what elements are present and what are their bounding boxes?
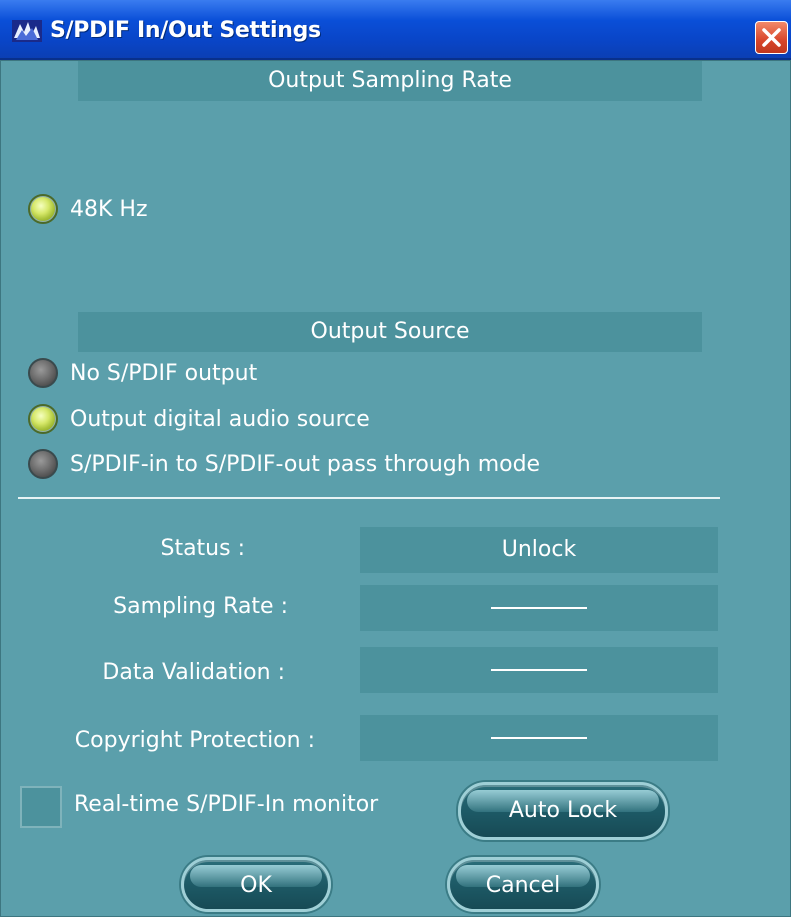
ok-label: OK: [240, 873, 272, 898]
sampling-rate-value: [360, 585, 718, 631]
data-validation-value: [360, 647, 718, 693]
data-validation-label: Data Validation :: [102, 660, 285, 685]
close-icon: [762, 28, 781, 47]
window-title: S/PDIF In/Out Settings: [50, 18, 321, 43]
sampling-rate-label: Sampling Rate :: [113, 594, 288, 619]
copyright-protection-label: Copyright Protection :: [74, 728, 315, 753]
radio-label: 48K Hz: [70, 196, 148, 222]
radio-button-unselected[interactable]: [28, 358, 58, 388]
cancel-label: Cancel: [485, 873, 561, 898]
status-value-text: Unlock: [501, 537, 577, 562]
sampling-rate-header: Output Sampling Rate: [78, 61, 702, 101]
empty-value-dash: [491, 737, 587, 739]
title-bar: S/PDIF In/Out Settings: [0, 0, 791, 60]
auto-lock-label: Auto Lock: [508, 798, 618, 823]
copyright-protection-value: [360, 715, 718, 761]
empty-value-dash: [491, 669, 587, 671]
radio-option-pass-through[interactable]: S/PDIF-in to S/PDIF-out pass through mod…: [28, 449, 540, 479]
radio-option-digital-audio[interactable]: Output digital audio source: [28, 404, 370, 434]
realtime-monitor-checkbox[interactable]: [20, 786, 62, 828]
realtime-monitor-label: Real-time S/PDIF-In monitor: [74, 792, 379, 817]
section-divider: [18, 497, 720, 499]
status-label: Status :: [160, 536, 245, 561]
ok-button[interactable]: OK: [181, 857, 331, 912]
radio-button-unselected[interactable]: [28, 449, 58, 479]
empty-value-dash: [491, 607, 587, 609]
radio-option-48k[interactable]: 48K Hz: [28, 194, 148, 224]
close-button[interactable]: [755, 21, 788, 54]
radio-button-selected[interactable]: [28, 404, 58, 434]
app-logo-icon: [12, 20, 42, 42]
radio-label: No S/PDIF output: [70, 360, 258, 386]
radio-label: S/PDIF-in to S/PDIF-out pass through mod…: [70, 451, 541, 477]
dialog-body: [0, 60, 791, 917]
radio-label: Output digital audio source: [70, 406, 370, 432]
output-source-header: Output Source: [78, 312, 702, 352]
auto-lock-button[interactable]: Auto Lock: [458, 782, 668, 840]
status-value: Unlock: [360, 527, 718, 573]
radio-button-selected[interactable]: [28, 194, 58, 224]
cancel-button[interactable]: Cancel: [447, 857, 599, 912]
radio-option-no-spdif[interactable]: No S/PDIF output: [28, 358, 257, 388]
